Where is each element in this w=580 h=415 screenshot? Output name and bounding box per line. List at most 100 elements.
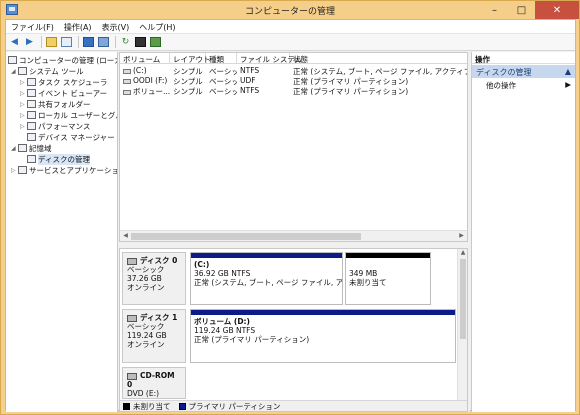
menu-help[interactable]: ヘルプ(H) — [134, 20, 180, 33]
scroll-up-icon[interactable]: ▲ — [458, 249, 467, 256]
collapsed-arrow-icon[interactable]: ▷ — [20, 123, 27, 130]
legend-swatch-unallocated — [123, 402, 130, 410]
volume-cell: (C:) — [120, 65, 170, 75]
menu-file[interactable]: ファイル(F) — [6, 20, 59, 33]
partition-unallocated[interactable]: 349 MB 未割り当て — [345, 252, 431, 305]
title-bar[interactable]: コンピューターの管理 – □ ✕ — [1, 1, 579, 19]
toolbar-separator — [78, 36, 79, 48]
volume-list-header: ボリューム レイアウト 種類 ファイル システム 状態 — [120, 53, 467, 64]
collapse-arrow-icon[interactable]: ▲ — [565, 67, 571, 76]
console-tree-icon[interactable] — [60, 36, 73, 49]
maximize-button[interactable]: □ — [508, 1, 535, 19]
tree-item-local-users[interactable]: ▷ ローカル ユーザーとグループ — [20, 110, 117, 120]
status-cell: 正常 (プライマリ パーティション) — [293, 87, 409, 95]
tree-item-label: デバイス マネージャー — [38, 132, 115, 142]
menu-view[interactable]: 表示(V) — [97, 20, 135, 33]
refresh-icon[interactable]: ↻ — [119, 36, 132, 49]
tree-item-event-viewer[interactable]: ▷ イベント ビューアー — [20, 88, 107, 98]
check-disk-icon[interactable] — [149, 36, 162, 49]
table-row[interactable]: OODI (F:) シンプル ベーシック UDF 正常 (プライマリ パーティシ… — [120, 75, 467, 85]
help-icon[interactable] — [82, 36, 95, 49]
minimize-button[interactable]: – — [481, 1, 508, 19]
volume-icon — [123, 68, 131, 74]
submenu-arrow-icon: ▶ — [565, 80, 571, 89]
partition-color-bar — [346, 253, 430, 258]
tree-item-task-scheduler[interactable]: ▷ タスク スケジューラ — [20, 77, 107, 87]
layout-cell: シンプル — [173, 77, 203, 85]
table-row[interactable]: ボリュー... シンプル ベーシック NTFS 正常 (プライマリ パーティショ… — [120, 85, 467, 95]
partition-c[interactable]: (C:) 36.92 GB NTFS 正常 (システム, ブート, ページ ファ… — [190, 252, 343, 305]
forward-arrow-icon[interactable]: ▶ — [23, 36, 36, 49]
menu-bar: ファイル(F) 操作(A) 表示(V) ヘルプ(H) — [6, 20, 575, 34]
layout-cell: シンプル — [173, 87, 203, 95]
close-button[interactable]: ✕ — [535, 1, 579, 19]
scroll-right-icon[interactable]: ▶ — [457, 232, 466, 241]
column-header-filesystem[interactable]: ファイル システム — [237, 53, 302, 64]
clock-icon — [27, 78, 36, 86]
menu-action[interactable]: 操作(A) — [59, 20, 97, 33]
collapsed-arrow-icon[interactable]: ▷ — [20, 101, 27, 108]
disk-1-info[interactable]: ディスク 1 ベーシック 119.24 GB オンライン — [122, 309, 186, 363]
partition-name: ボリューム (D:) — [194, 317, 250, 326]
scroll-left-icon[interactable]: ◀ — [121, 232, 130, 241]
tree-item-services-apps[interactable]: ▷ サービスとアプリケーション — [11, 165, 118, 175]
legend-label-primary: プライマリ パーティション — [188, 401, 281, 411]
partition-detail: 36.92 GB NTFS — [194, 269, 251, 278]
horizontal-scrollbar[interactable]: ◀ ▶ — [120, 230, 467, 241]
disk-name: CD-ROM 0 — [127, 371, 181, 389]
column-header-layout[interactable]: レイアウト — [170, 53, 211, 64]
back-arrow-icon[interactable]: ◀ — [8, 36, 21, 49]
export-icon[interactable] — [134, 36, 147, 49]
tree-item-label: コンピューターの管理 (ローカル) — [19, 55, 117, 65]
tree-item-system-tools[interactable]: ◢ システム ツール — [11, 66, 84, 76]
column-header-volume[interactable]: ボリューム — [120, 53, 170, 64]
volume-cell: ボリュー... — [120, 85, 170, 95]
tree-item-label: 共有フォルダー — [38, 99, 91, 109]
collapsed-arrow-icon[interactable]: ▷ — [11, 167, 18, 174]
table-row[interactable]: (C:) シンプル ベーシック NTFS 正常 (システム, ブート, ページ … — [120, 65, 467, 75]
type-cell: ベーシック — [209, 87, 237, 95]
column-header-status[interactable]: 状態 — [290, 53, 467, 64]
action-other-operations[interactable]: 他の操作 ▶ — [486, 80, 571, 91]
status-cell: 正常 (プライマリ パーティション) — [293, 77, 409, 85]
disk-kind: DVD (E:) — [127, 389, 160, 398]
vertical-scrollbar[interactable]: ▲ ▼ — [457, 249, 467, 411]
actions-section-disk-management[interactable]: ディスクの管理 ▲ — [472, 65, 575, 78]
actions-pane: 操作 ディスクの管理 ▲ 他の操作 ▶ — [471, 52, 575, 412]
disk-management-icon — [27, 155, 36, 163]
disk-kind: ベーシック — [127, 265, 165, 274]
tree-item-device-manager[interactable]: デバイス マネージャー — [27, 132, 115, 142]
collapsed-arrow-icon[interactable]: ▷ — [20, 79, 27, 86]
device-manager-icon — [27, 133, 36, 141]
filesystem-cell: NTFS — [240, 66, 260, 75]
performance-icon — [27, 122, 36, 130]
disk-state: オンライン — [127, 340, 165, 349]
scrollbar-thumb[interactable] — [131, 233, 361, 240]
partition-color-bar — [191, 253, 342, 258]
tree-item-shared-folders[interactable]: ▷ 共有フォルダー — [20, 99, 91, 109]
collapsed-arrow-icon[interactable]: ▷ — [20, 112, 27, 119]
tree-item-root[interactable]: コンピューターの管理 (ローカル) — [8, 55, 117, 65]
disk-0-info[interactable]: ディスク 0 ベーシック 37.26 GB オンライン — [122, 252, 186, 305]
expanded-arrow-icon[interactable]: ◢ — [11, 145, 18, 152]
legend-swatch-primary — [178, 402, 186, 410]
column-header-type[interactable]: 種類 — [206, 53, 237, 64]
actions-section-label: ディスクの管理 — [476, 68, 532, 77]
properties-icon[interactable] — [97, 36, 110, 49]
folder-up-icon[interactable] — [45, 36, 58, 49]
users-icon — [27, 111, 36, 119]
tree-item-label: サービスとアプリケーション — [29, 165, 118, 175]
partition-d[interactable]: ボリューム (D:) 119.24 GB NTFS 正常 (プライマリ パーティ… — [190, 309, 456, 363]
collapsed-arrow-icon[interactable]: ▷ — [20, 90, 27, 97]
tree-item-storage[interactable]: ◢ 記憶域 — [11, 143, 52, 153]
cdrom-0-info[interactable]: CD-ROM 0 DVD (E:) メディアなし — [122, 367, 186, 411]
disk-management-pane: ボリューム レイアウト 種類 ファイル システム 状態 (C:) シンプル ベー… — [119, 52, 470, 412]
partition-detail: 349 MB — [349, 269, 378, 278]
partition-status: 正常 (システム, ブート, ページ ファイル, アクティブ, ク — [194, 278, 343, 287]
expanded-arrow-icon[interactable]: ◢ — [11, 68, 18, 75]
tree-item-performance[interactable]: ▷ パフォーマンス — [20, 121, 90, 131]
scrollbar-thumb[interactable] — [460, 259, 466, 339]
type-cell: ベーシック — [209, 77, 237, 85]
tree-item-disk-management[interactable]: ディスクの管理 — [27, 153, 90, 165]
filesystem-cell: NTFS — [240, 86, 260, 95]
